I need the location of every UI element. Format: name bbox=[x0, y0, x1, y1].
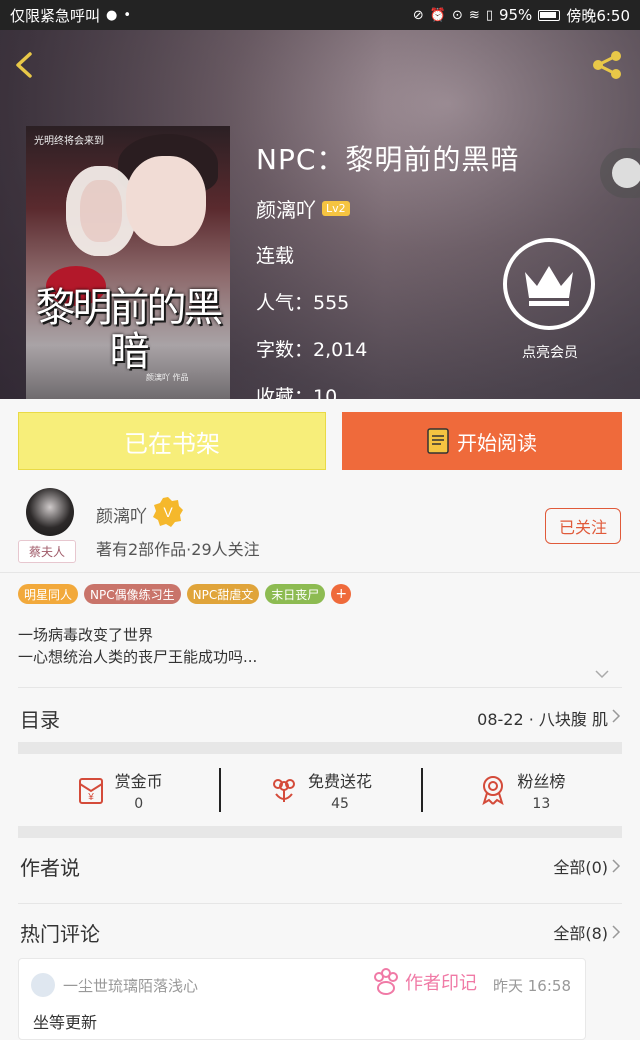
commenter-avatar[interactable] bbox=[31, 973, 55, 997]
author-meta: 著有2部作品·29人关注 bbox=[96, 540, 260, 559]
author-says-row[interactable]: 作者说 全部(0) bbox=[0, 838, 640, 894]
chevron-right-icon bbox=[612, 709, 621, 723]
chevron-right-icon bbox=[612, 859, 621, 873]
book-header: 光明终将会来到 黎明前的黑暗 颜漓吖 作品 NPC：黎明前的黑暗 颜漓吖 Lv2… bbox=[0, 30, 640, 399]
fan-ranking-label: 粉丝榜 bbox=[517, 772, 566, 791]
assistive-dot bbox=[612, 158, 640, 188]
author-stamp-label: 作者印记 bbox=[405, 973, 477, 994]
book-author-row[interactable]: 颜漓吖 Lv2 bbox=[256, 194, 519, 223]
author-says-title: 作者说 bbox=[20, 856, 80, 880]
description-line-1: 一场病毒改变了世界 bbox=[18, 626, 154, 644]
book-status: 连载 bbox=[256, 245, 295, 267]
chevron-left-icon bbox=[16, 52, 32, 78]
author-card: 蔡夫人 颜漓吖 V 著有2部作品·29人关注 已关注 bbox=[0, 480, 640, 573]
vip-button[interactable] bbox=[503, 238, 595, 330]
tag-3[interactable]: 末日丧尸 bbox=[265, 584, 326, 604]
book-description: 一场病毒改变了世界 一心想统治人类的丧尸王能成功吗... bbox=[18, 624, 257, 668]
verified-badge-text: V bbox=[163, 504, 173, 520]
book-popularity: 人气：555 bbox=[256, 292, 350, 314]
red-envelope-icon: ¥ bbox=[78, 778, 103, 804]
start-reading-label: 开始阅读 bbox=[457, 430, 537, 455]
book-favorites: 收藏：10 bbox=[256, 386, 338, 399]
paw-icon bbox=[374, 968, 398, 995]
section-separator bbox=[18, 742, 622, 754]
book-author: 颜漓吖 bbox=[256, 198, 316, 222]
free-flower-value: 45 bbox=[331, 796, 349, 812]
author-says-all: 全部(0) bbox=[553, 858, 608, 877]
hot-comments-row[interactable]: 热门评论 全部(8) bbox=[0, 904, 640, 960]
comment-text: 坐等更新 bbox=[33, 1013, 98, 1032]
cover-tagline: 光明终将会来到 bbox=[34, 136, 104, 147]
settings-icon: ⊙ bbox=[452, 7, 463, 23]
award-ribbon-icon bbox=[482, 776, 505, 806]
tag-0[interactable]: 明星同人 bbox=[18, 584, 79, 604]
reward-coins-value: 0 bbox=[134, 796, 144, 812]
flower-icon bbox=[272, 779, 295, 802]
svg-text:¥: ¥ bbox=[87, 792, 94, 803]
description-line-2: 一心想统治人类的丧尸王能成功吗... bbox=[18, 648, 258, 666]
sim-icon: ▯ bbox=[485, 7, 493, 23]
qq-icon: ● bbox=[106, 7, 118, 23]
mute-icon: ⊘ bbox=[412, 7, 424, 23]
add-tag-button[interactable]: + bbox=[331, 584, 352, 604]
cover-credit: 颜漓吖 作品 bbox=[146, 373, 189, 382]
follow-label: 已关注 bbox=[558, 518, 607, 537]
carrier-text: 仅限紧急呼叫 bbox=[10, 6, 101, 25]
comment-card[interactable]: 一尘世琉璃陌落浅心 作者印记 昨天 16:58 坐等更新 bbox=[18, 958, 586, 1040]
book-info: NPC：黎明前的黑暗 颜漓吖 Lv2 连载 人气：555 字数：2,014 收藏… bbox=[256, 138, 519, 399]
vip-label: 点亮会员 bbox=[522, 345, 578, 361]
section-separator bbox=[18, 826, 622, 838]
chevron-right-icon bbox=[612, 925, 621, 939]
comment-time: 昨天 16:58 bbox=[493, 977, 571, 995]
status-bar: 仅限紧急呼叫 ● • ⊘ ⏰ ⊙ ≋ ▯ 95% 傍晚6:50 bbox=[0, 0, 640, 30]
free-flower-label: 免费送花 bbox=[307, 772, 372, 791]
back-button[interactable] bbox=[10, 48, 40, 82]
share-icon bbox=[593, 51, 621, 79]
commenter-name[interactable]: 一尘世琉璃陌落浅心 bbox=[63, 975, 198, 996]
battery-percent: 95% bbox=[498, 6, 533, 24]
table-of-contents-row[interactable]: 目录 08-22 · 八块腹 肌 bbox=[0, 688, 640, 744]
notification-icon: • bbox=[123, 7, 132, 23]
start-reading-button[interactable]: 开始阅读 bbox=[342, 412, 622, 470]
latest-chapter: 08-22 · 八块腹 肌 bbox=[477, 710, 608, 729]
wifi-icon: ≋ bbox=[468, 7, 480, 23]
tag-2[interactable]: NPC甜虐文 bbox=[186, 584, 260, 604]
tag-1[interactable]: NPC偶像练习生 bbox=[84, 584, 181, 604]
author-stamp: 作者印记 bbox=[371, 967, 477, 997]
alarm-icon: ⏰ bbox=[429, 7, 446, 23]
fan-ranking-button[interactable]: 粉丝榜 13 bbox=[420, 756, 622, 824]
action-buttons: 已在书架 开始阅读 bbox=[18, 412, 622, 470]
share-button[interactable] bbox=[590, 48, 624, 82]
reward-coins-label: 赏金币 bbox=[114, 772, 163, 791]
hot-comments-title: 热门评论 bbox=[20, 922, 100, 946]
cover-art-figure-right bbox=[126, 156, 206, 246]
chevron-down-icon[interactable] bbox=[594, 668, 610, 680]
book-title: NPC：黎明前的黑暗 bbox=[256, 143, 520, 176]
in-bookshelf-label: 已在书架 bbox=[124, 429, 220, 458]
toc-label: 目录 bbox=[20, 708, 60, 732]
author-name[interactable]: 颜漓吖 bbox=[96, 502, 147, 527]
author-level-badge: Lv2 bbox=[322, 201, 350, 216]
follow-button[interactable]: 已关注 bbox=[545, 508, 621, 544]
verified-v-icon: V bbox=[153, 497, 183, 527]
battery-icon bbox=[538, 9, 561, 21]
book-word-count: 字数：2,014 bbox=[256, 339, 368, 361]
clock: 傍晚6:50 bbox=[566, 6, 630, 25]
book-icon bbox=[427, 428, 449, 454]
book-tags: 明星同人 NPC偶像练习生 NPC甜虐文 末日丧尸 + bbox=[18, 584, 352, 604]
in-bookshelf-button[interactable]: 已在书架 bbox=[18, 412, 326, 470]
send-flower-button[interactable]: 免费送花 45 bbox=[219, 756, 420, 824]
stats-row: ¥ 赏金币 0 免费送花 45 粉丝榜 13 bbox=[18, 756, 622, 824]
avatar-tag: 蔡夫人 bbox=[18, 540, 77, 563]
crown-icon bbox=[525, 266, 573, 306]
fan-ranking-value: 13 bbox=[532, 796, 551, 812]
reward-coins-button[interactable]: ¥ 赏金币 0 bbox=[18, 756, 219, 824]
cover-title-art: 黎明前的黑暗 bbox=[35, 285, 224, 375]
author-avatar[interactable] bbox=[26, 488, 74, 536]
book-cover[interactable]: 光明终将会来到 黎明前的黑暗 颜漓吖 作品 bbox=[26, 126, 230, 399]
hot-comments-all: 全部(8) bbox=[553, 924, 608, 943]
